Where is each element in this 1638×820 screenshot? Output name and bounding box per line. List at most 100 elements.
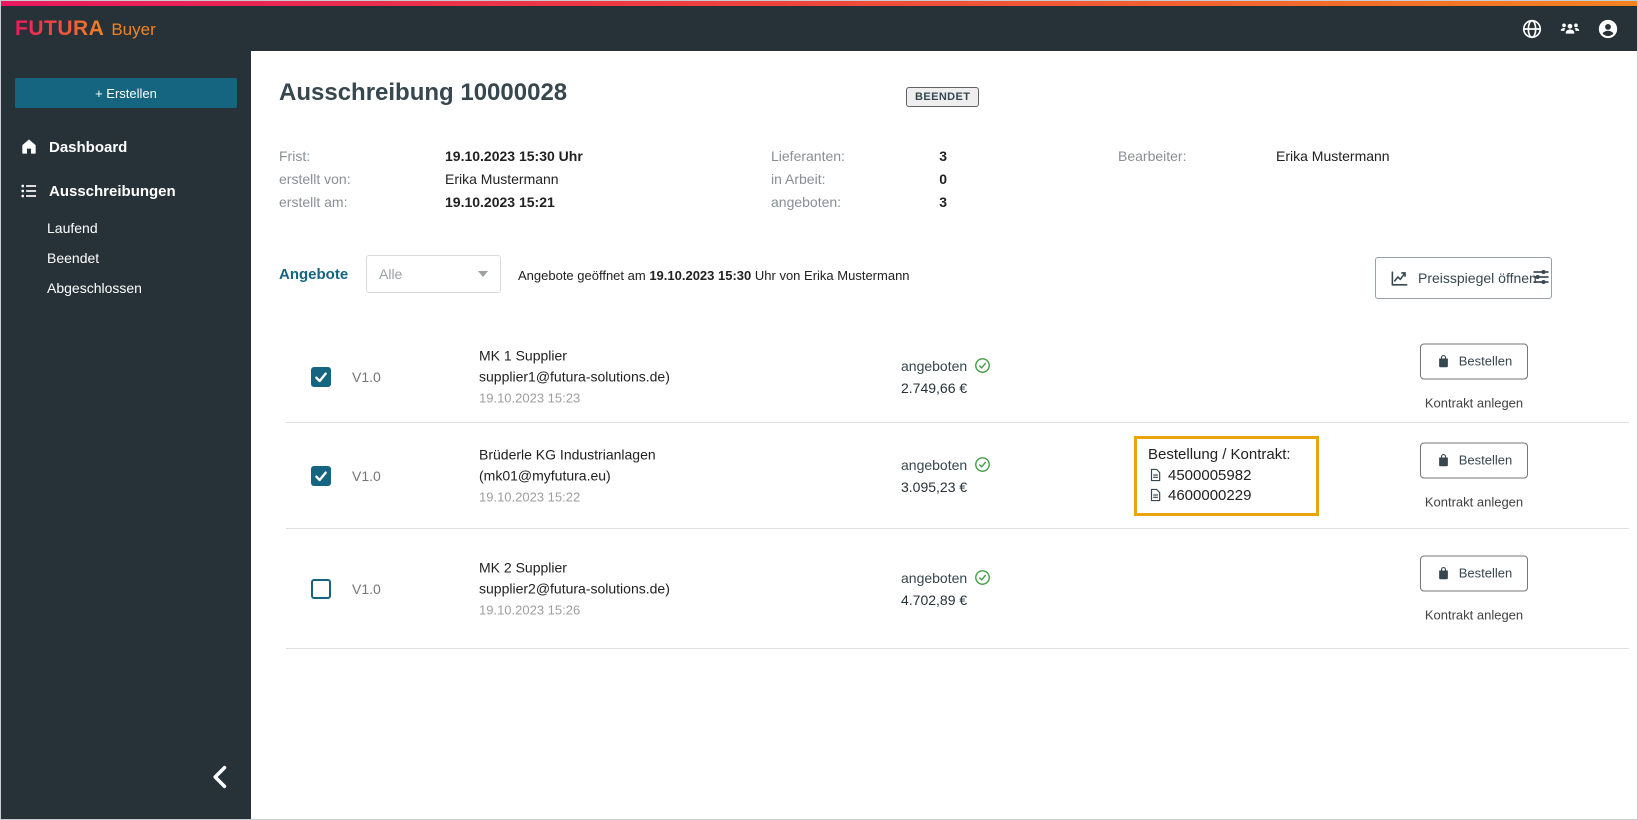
supplier-name: MK 2 Supplier (479, 559, 567, 575)
info-value: 19.10.2023 15:21 (445, 193, 555, 210)
info-label: in Arbeit: (771, 170, 826, 187)
price-mirror-label: Preisspiegel öffnen (1418, 270, 1537, 286)
supplier-name: Brüderle KG Industrianlagen (479, 446, 656, 462)
main-content: Ausschreibung 10000028 BEENDET Frist: 19.… (251, 51, 1637, 819)
sidebar-item-ausschreibungen[interactable]: Ausschreibungen (1, 169, 251, 213)
globe-icon[interactable] (1521, 18, 1543, 40)
info-value: Erika Mustermann (445, 170, 559, 187)
opened-prefix: Angebote geöffnet am (518, 268, 646, 283)
offer-checkbox[interactable] (311, 366, 331, 387)
shopping-bag-icon (1438, 567, 1448, 580)
supplier-email: supplier2@futura-solutions.de) (479, 580, 670, 596)
sidebar-item-label: Ausschreibungen (49, 182, 176, 200)
offers-section-label: Angebote (279, 266, 349, 283)
info-value: 3 (939, 147, 947, 164)
offers-filter-select[interactable]: Alle (366, 255, 501, 293)
info-column-editor: Bearbeiter: Erika Mustermann (1118, 144, 1390, 167)
home-icon (22, 139, 36, 154)
status-badge: BEENDET (906, 87, 980, 107)
sidebar-item-abgeschlossen[interactable]: Abgeschlossen (1, 273, 251, 303)
offer-price: 2.749,66 € (901, 379, 968, 396)
offer-checkbox[interactable] (311, 578, 331, 599)
chevron-down-icon (478, 271, 488, 277)
info-label: Lieferanten: (771, 147, 845, 164)
offer-status: angeboten 4.702,89 € (901, 568, 991, 610)
offer-actions: Bestellen Kontrakt anlegen (1420, 442, 1528, 509)
topbar: FUTURA Buyer (1, 6, 1637, 51)
collapse-sidebar-icon[interactable] (207, 763, 235, 791)
info-label: angeboten: (771, 193, 842, 210)
offer-row: V1.0 Brüderle KG Industrianlagen (mk01@m… (286, 423, 1629, 529)
order-document-link[interactable]: 4500005982 (1148, 467, 1305, 484)
list-icon (21, 184, 37, 198)
status-text: angeboten (901, 357, 968, 374)
offer-version: V1.0 (352, 580, 381, 597)
supplier-info: MK 1 Supplier supplier1@futura-solutions… (479, 345, 670, 408)
offer-status: angeboten 2.749,66 € (901, 356, 991, 398)
order-number: 4500005982 (1168, 466, 1252, 484)
document-icon (1150, 488, 1161, 502)
order-contract-box: Bestellung / Kontrakt: 4500005982 460000… (1134, 435, 1319, 516)
create-contract-link[interactable]: Kontrakt anlegen (1420, 607, 1528, 622)
create-contract-link[interactable]: Kontrakt anlegen (1420, 494, 1528, 509)
sidebar: + Erstellen Dashboard Ausschreibungen La… (1, 51, 251, 819)
users-icon[interactable] (1559, 18, 1581, 40)
logo-suffix: Buyer (111, 19, 156, 39)
filter-tune-icon[interactable] (1531, 267, 1551, 287)
shopping-bag-icon (1438, 355, 1448, 368)
offer-date: 19.10.2023 15:26 (479, 602, 581, 617)
account-icon[interactable] (1597, 18, 1619, 40)
offer-checkbox[interactable] (311, 465, 331, 486)
shopping-bag-icon (1438, 454, 1448, 467)
check-circle-icon (975, 358, 991, 373)
create-button[interactable]: + Erstellen (15, 78, 237, 108)
order-button-label: Bestellen (1458, 565, 1513, 581)
info-label: Bearbeiter: (1118, 147, 1187, 164)
offer-actions: Bestellen Kontrakt anlegen (1420, 555, 1528, 622)
app-window: FUTURA Buyer + Erstellen Dashboard Aussc… (0, 0, 1638, 820)
offer-row: V1.0 MK 1 Supplier supplier1@futura-solu… (286, 331, 1629, 423)
sidebar-item-beendet[interactable]: Beendet (1, 243, 251, 273)
sidebar-item-laufend[interactable]: Laufend (1, 213, 251, 243)
order-button-label: Bestellen (1458, 353, 1513, 369)
info-column-counts: Lieferanten: 3 in Arbeit: 0 angeboten: 3 (771, 144, 947, 213)
order-button-label: Bestellen (1458, 452, 1513, 468)
sidebar-item-dashboard[interactable]: Dashboard (1, 125, 251, 169)
opened-by: Erika Mustermann (804, 268, 910, 283)
order-button[interactable]: Bestellen (1420, 343, 1528, 379)
info-label: erstellt von: (279, 170, 351, 187)
order-button[interactable]: Bestellen (1420, 442, 1528, 478)
offers-filter-value: Alle (379, 266, 403, 282)
offer-price: 4.702,89 € (901, 591, 968, 608)
order-contract-title: Bestellung / Kontrakt: (1148, 445, 1291, 463)
offers-opened-text: Angebote geöffnet am 19.10.2023 15:30 Uh… (518, 268, 910, 283)
offer-actions: Bestellen Kontrakt anlegen (1420, 343, 1528, 410)
check-icon (315, 471, 327, 481)
offer-version: V1.0 (352, 467, 381, 484)
order-button[interactable]: Bestellen (1420, 555, 1528, 591)
info-column-dates: Frist: 19.10.2023 15:30 Uhr erstellt von:… (279, 144, 583, 213)
status-text: angeboten (901, 569, 968, 586)
info-value: 0 (939, 170, 947, 187)
logo-text: FUTURA (15, 16, 105, 40)
contract-number: 4600000229 (1168, 486, 1252, 504)
offer-row: V1.0 MK 2 Supplier supplier2@futura-solu… (286, 529, 1629, 649)
info-label: erstellt am: (279, 193, 348, 210)
status-text: angeboten (901, 456, 968, 473)
topbar-icons (1521, 18, 1619, 40)
create-contract-link[interactable]: Kontrakt anlegen (1420, 395, 1528, 410)
opened-date: 19.10.2023 15:30 (649, 268, 752, 283)
info-value: Erika Mustermann (1276, 147, 1390, 164)
offers-toolbar: Angebote Alle Angebote geöffnet am 19.10… (251, 255, 1637, 299)
document-icon (1150, 468, 1161, 482)
price-mirror-button[interactable]: Preisspiegel öffnen (1375, 257, 1552, 299)
sidebar-item-label: Dashboard (49, 138, 128, 156)
info-label: Frist: (279, 147, 311, 164)
offer-status: angeboten 3.095,23 € (901, 455, 991, 497)
sidebar-nav: Dashboard Ausschreibungen Laufend Beende… (1, 125, 251, 303)
offer-version: V1.0 (352, 368, 381, 385)
check-circle-icon (975, 570, 991, 585)
supplier-info: Brüderle KG Industrianlagen (mk01@myfutu… (479, 444, 656, 507)
contract-document-link[interactable]: 4600000229 (1148, 487, 1305, 504)
check-icon (315, 372, 327, 382)
